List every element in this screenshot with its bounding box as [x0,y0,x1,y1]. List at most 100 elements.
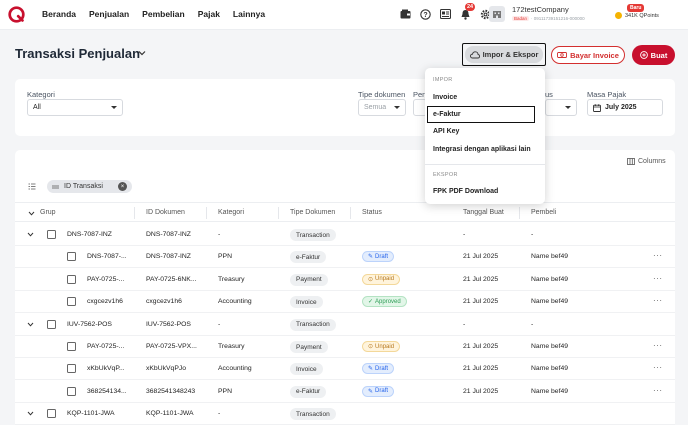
more-actions-icon[interactable]: ··· [653,296,663,305]
chevron-down-icon[interactable] [27,322,34,327]
menu-item-api-key[interactable]: API Key [433,128,459,135]
menu-item-e-faktur[interactable]: e-Faktur [433,111,461,118]
category: PPN [218,253,232,261]
table-group-row[interactable]: DNS-7087-INZ DNS-7087-INZ - Transaction - - [15,224,675,246]
created-date: 21 Jul 2025 [463,343,499,350]
table-row[interactable]: PAY-0725-... PAY-0725-6NK... Treasury Payme… [15,269,675,291]
column-header-grup[interactable]: Grup [40,209,56,216]
document-id[interactable]: PAY-0725-VPX... [146,343,197,350]
row-checkbox[interactable] [47,409,56,419]
created-date: 21 Jul 2025 [463,365,499,373]
tipe-dokumen-select[interactable]: Semua [358,99,406,116]
menu-item-fpk-pdf-download[interactable]: FPK PDF Download [433,188,498,195]
status-icon: ⊙ [368,276,374,283]
bell-icon[interactable]: 24 [459,3,476,20]
document-id[interactable]: IUV-7562-POS [146,321,191,328]
coin-icon [615,12,622,19]
buyer: Name bef49 [531,275,569,283]
help-icon[interactable]: ? [419,8,431,20]
document-id[interactable]: KQP-1101-JWA [146,410,194,417]
row-checkbox[interactable] [67,274,76,284]
wallet-icon[interactable] [399,8,411,20]
kategori-select[interactable]: All [27,99,123,116]
document-type-badge: Invoice [290,363,323,376]
company-name[interactable]: 172testCompany [512,5,569,14]
document-id[interactable]: PAY-0725-6NK... [146,276,197,283]
column-divider [206,207,207,219]
document-id[interactable]: DNS-7087-INZ [146,253,191,260]
document-id[interactable]: 3682541348243 [146,388,195,395]
news-icon[interactable] [439,8,451,20]
group-cell: PAY-0725-... [87,275,125,283]
company-avatar[interactable] [489,6,505,22]
table-row[interactable]: PAY-0725-... PAY-0725-VPX... Treasury Payme… [15,336,675,358]
row-checkbox[interactable] [67,297,76,307]
row-checkbox[interactable] [67,342,76,351]
nav-item-pembelian[interactable]: Pembelian [142,9,185,19]
nav-item-pajak[interactable]: Pajak [198,9,220,19]
group-cell: xKbUkVqP... [87,365,125,373]
page-title: Transaksi Penjualan [15,46,141,61]
status-select[interactable] [545,99,577,116]
status-label: Draft [375,365,389,372]
category: Treasury [218,343,245,350]
menu-item-integrasi[interactable]: Integrasi dengan aplikasi lain [433,146,531,153]
nav-item-beranda[interactable]: Beranda [42,9,76,19]
column-header-kategori[interactable]: Kategori [218,209,244,216]
table-row[interactable]: xKbUkVqP... xKbUkVqPJo Accounting Invoice ✎ D… [15,358,675,381]
logo-icon[interactable] [8,6,25,23]
status-label: Unpaid [375,343,395,350]
column-header-tipe-dokumen[interactable]: Tipe Dokumen [290,209,335,216]
masa-pajak-select[interactable]: July 2025 [587,99,663,116]
bayar-invoice-label: Bayar Invoice [570,50,619,60]
nav-item-lainnya[interactable]: Lainnya [233,9,265,19]
column-header-tanggal-buat[interactable]: Tanggal Buat [463,209,504,216]
table-row[interactable]: DNS-7087-... DNS-7087-INZ PPN e-Faktur ✎ Draf… [15,246,675,269]
column-header-status[interactable]: Status [362,209,382,216]
more-actions-icon[interactable]: ··· [653,274,663,283]
row-checkbox[interactable] [67,252,76,262]
menu-item-invoice[interactable]: Invoice [433,94,457,101]
status-label: Unpaid [375,276,395,283]
table-row[interactable]: 368254134... 3682541348243 PPN e-Faktur ✎ Dra… [15,381,675,403]
chevron-down-icon[interactable] [27,232,34,237]
close-icon[interactable]: × [118,182,127,191]
document-type-badge: Payment [290,273,328,286]
qpoints[interactable]: 341K QPoints [615,12,659,19]
company-type-badge: Badan [512,16,530,21]
row-checkbox[interactable] [67,386,76,396]
impor-ekspor-button[interactable]: Impor & Ekspor [465,46,543,63]
more-actions-icon[interactable]: ··· [653,251,663,260]
column-header-pembeli[interactable]: Pembeli [531,209,556,216]
bayar-invoice-button[interactable]: Bayar Invoice [551,46,625,64]
status-label: Draft [375,253,389,260]
table-group-row[interactable]: IUV-7562-POS IUV-7562-POS - Transaction - - [15,314,675,336]
buyer: Name bef49 [531,387,569,395]
buyer: Name bef49 [531,343,569,350]
chevron-down-icon[interactable] [28,211,35,216]
document-id[interactable]: DNS-7087-INZ [146,231,191,238]
row-checkbox[interactable] [47,319,56,329]
column-header-id-dokumen[interactable]: ID Dokumen [146,209,185,216]
document-type-badge: Transaction [290,229,336,241]
group-chip-id-transaksi[interactable]: ID Transaksi × [47,180,132,193]
chevron-down-icon[interactable] [27,411,34,416]
group-list-icon[interactable] [28,183,36,190]
row-checkbox[interactable] [67,364,76,374]
document-type-badge: e-Faktur [290,385,327,398]
table-group-row[interactable]: KQP-1101-JWA KQP-1101-JWA - Transaction [15,403,675,425]
more-actions-icon[interactable]: ··· [653,363,663,372]
document-id[interactable]: cxgcezv1h6 [146,298,182,305]
svg-text:?: ? [423,12,427,19]
chevron-down-icon[interactable] [138,50,146,56]
row-checkbox[interactable] [47,230,56,239]
more-actions-icon[interactable]: ··· [653,341,663,350]
columns-label: Columns [638,158,666,165]
nav-item-penjualan[interactable]: Penjualan [89,9,129,19]
columns-button[interactable]: Columns [627,158,666,165]
table-row[interactable]: cxgcezv1h6 cxgcezv1h6 Accounting Invoice ✓ Ap… [15,291,675,314]
buat-button[interactable]: Buat [632,45,675,65]
document-id[interactable]: xKbUkVqPJo [146,365,186,372]
status-icon: ✎ [368,254,374,261]
more-actions-icon[interactable]: ··· [653,386,663,395]
